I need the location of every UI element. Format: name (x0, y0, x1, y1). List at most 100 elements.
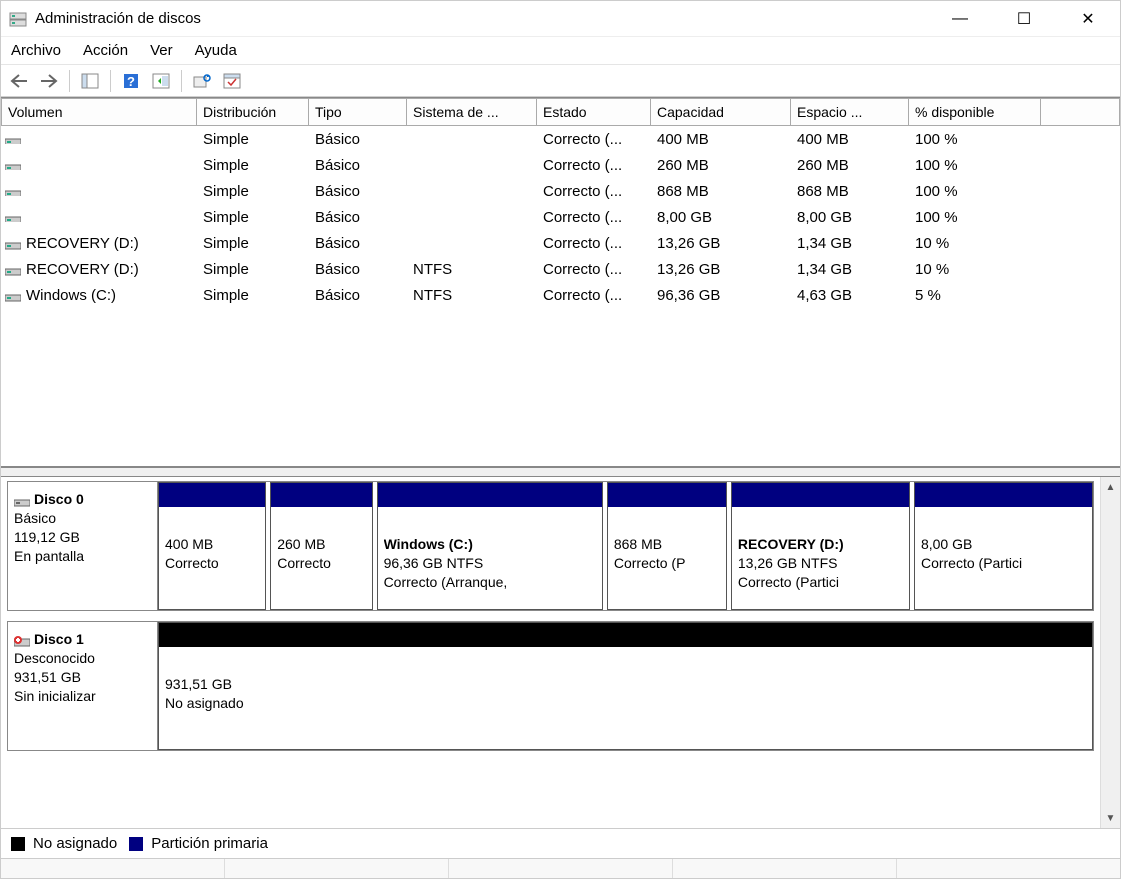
forward-button[interactable] (37, 69, 61, 93)
col-pctfree[interactable]: % disponible (909, 98, 1041, 126)
refresh-button[interactable] (190, 69, 214, 93)
partition-body: 260 MBCorrecto (271, 507, 371, 609)
volume-icon (5, 290, 21, 300)
close-button[interactable]: ✕ (1070, 5, 1106, 33)
partition-status: Correcto (Partici (738, 573, 903, 592)
disk-status: Sin inicializar (14, 687, 151, 706)
volume-type: Básico (309, 261, 407, 278)
volume-row[interactable]: RECOVERY (D:)SimpleBásicoNTFSCorrecto (.… (1, 256, 1120, 282)
volume-status: Correcto (... (537, 287, 651, 304)
primary-partition[interactable]: RECOVERY (D:)13,26 GB NTFSCorrecto (Part… (731, 482, 910, 610)
volume-free: 1,34 GB (791, 235, 909, 252)
volume-fs: NTFS (407, 287, 537, 304)
back-button[interactable] (7, 69, 31, 93)
disk-map-scroll[interactable]: Disco 0Básico119,12 GBEn pantalla400 MBC… (1, 477, 1100, 828)
volume-icon (5, 264, 21, 274)
col-type[interactable]: Tipo (309, 98, 407, 126)
col-status[interactable]: Estado (537, 98, 651, 126)
volume-name-cell: RECOVERY (D:) (1, 261, 197, 278)
scroll-up-button[interactable]: ▲ (1101, 477, 1120, 497)
primary-partition[interactable]: Windows (C:)96,36 GB NTFSCorrecto (Arran… (377, 482, 603, 610)
legend-unallocated-label: No asignado (33, 835, 117, 852)
volume-free: 8,00 GB (791, 209, 909, 226)
partition-body: 868 MBCorrecto (P (608, 507, 726, 609)
volume-pct: 10 % (909, 261, 1041, 278)
partition-body: RECOVERY (D:)13,26 GB NTFSCorrecto (Part… (732, 507, 909, 609)
volume-row[interactable]: Windows (C:)SimpleBásicoNTFSCorrecto (..… (1, 282, 1120, 308)
unallocated-partition[interactable]: 931,51 GBNo asignado (158, 622, 1093, 750)
disk-error-icon (14, 634, 30, 644)
disk-row[interactable]: Disco 1Desconocido931,51 GBSin inicializ… (7, 621, 1094, 751)
vertical-scrollbar[interactable]: ▲ ▼ (1100, 477, 1120, 828)
scroll-down-button[interactable]: ▼ (1101, 808, 1120, 828)
volume-row[interactable]: SimpleBásicoCorrecto (...400 MB400 MB100… (1, 126, 1120, 152)
volume-capacity: 13,26 GB (651, 261, 791, 278)
volume-pct: 100 % (909, 209, 1041, 226)
partitions: 931,51 GBNo asignado (158, 622, 1093, 750)
help-button[interactable]: ? (119, 69, 143, 93)
volume-capacity: 868 MB (651, 183, 791, 200)
menubar: Archivo Acción Ver Ayuda (1, 37, 1120, 65)
volume-row[interactable]: SimpleBásicoCorrecto (...8,00 GB8,00 GB1… (1, 204, 1120, 230)
swatch-primary (129, 837, 143, 851)
swatch-unallocated (11, 837, 25, 851)
svg-text:?: ? (127, 74, 135, 89)
legend-unallocated: No asignado (11, 835, 117, 852)
window-title: Administración de discos (35, 10, 942, 27)
volume-name-cell (1, 212, 197, 222)
volume-status: Correcto (... (537, 209, 651, 226)
disk-icon (14, 494, 30, 504)
partition-body: 931,51 GBNo asignado (159, 647, 1092, 749)
partition-status: Correcto (277, 554, 365, 573)
volume-list-header: Volumen Distribución Tipo Sistema de ...… (1, 98, 1120, 126)
volume-icon (5, 134, 21, 144)
volume-status: Correcto (... (537, 261, 651, 278)
volume-free: 260 MB (791, 157, 909, 174)
action-button[interactable] (149, 69, 173, 93)
col-filesystem[interactable]: Sistema de ... (407, 98, 537, 126)
col-capacity[interactable]: Capacidad (651, 98, 791, 126)
partition-size: 931,51 GB (165, 675, 1086, 694)
volume-row[interactable]: SimpleBásicoCorrecto (...868 MB868 MB100… (1, 178, 1120, 204)
show-console-tree-button[interactable] (78, 69, 102, 93)
volume-status: Correcto (... (537, 183, 651, 200)
primary-partition[interactable]: 400 MBCorrecto (158, 482, 266, 610)
volume-list-body[interactable]: SimpleBásicoCorrecto (...400 MB400 MB100… (1, 126, 1120, 466)
volume-fs: NTFS (407, 261, 537, 278)
partition-status: Correcto (165, 554, 259, 573)
menu-view[interactable]: Ver (150, 42, 173, 59)
minimize-button[interactable]: — (942, 5, 978, 33)
menu-help[interactable]: Ayuda (195, 42, 237, 59)
disk-row[interactable]: Disco 0Básico119,12 GBEn pantalla400 MBC… (7, 481, 1094, 611)
volume-layout: Simple (197, 157, 309, 174)
menu-action[interactable]: Acción (83, 42, 128, 59)
volume-list: Volumen Distribución Tipo Sistema de ...… (1, 97, 1120, 467)
volume-row[interactable]: SimpleBásicoCorrecto (...260 MB260 MB100… (1, 152, 1120, 178)
primary-partition[interactable]: 868 MBCorrecto (P (607, 482, 727, 610)
col-layout[interactable]: Distribución (197, 98, 309, 126)
partition-header (378, 483, 602, 507)
partition-header (608, 483, 726, 507)
col-volume[interactable]: Volumen (1, 98, 197, 126)
volume-type: Básico (309, 209, 407, 226)
menu-file[interactable]: Archivo (11, 42, 61, 59)
volume-layout: Simple (197, 287, 309, 304)
volume-type: Básico (309, 287, 407, 304)
maximize-button[interactable]: ☐ (1006, 5, 1042, 33)
volume-icon (5, 238, 21, 248)
disk-map-pane: Disco 0Básico119,12 GBEn pantalla400 MBC… (1, 477, 1120, 828)
properties-button[interactable] (220, 69, 244, 93)
volume-name-cell: RECOVERY (D:) (1, 235, 197, 252)
col-freespace[interactable]: Espacio ... (791, 98, 909, 126)
volume-name-cell: Windows (C:) (1, 287, 197, 304)
splitter[interactable] (1, 467, 1120, 477)
primary-partition[interactable]: 8,00 GBCorrecto (Partici (914, 482, 1093, 610)
separator (181, 70, 182, 92)
primary-partition[interactable]: 260 MBCorrecto (270, 482, 372, 610)
volume-name: RECOVERY (D:) (26, 261, 139, 278)
partition-body: 8,00 GBCorrecto (Partici (915, 507, 1092, 609)
volume-row[interactable]: RECOVERY (D:)SimpleBásicoCorrecto (...13… (1, 230, 1120, 256)
disk-info: Disco 1Desconocido931,51 GBSin inicializ… (8, 622, 158, 750)
partition-status: Correcto (Arranque, (384, 573, 596, 592)
volume-layout: Simple (197, 209, 309, 226)
